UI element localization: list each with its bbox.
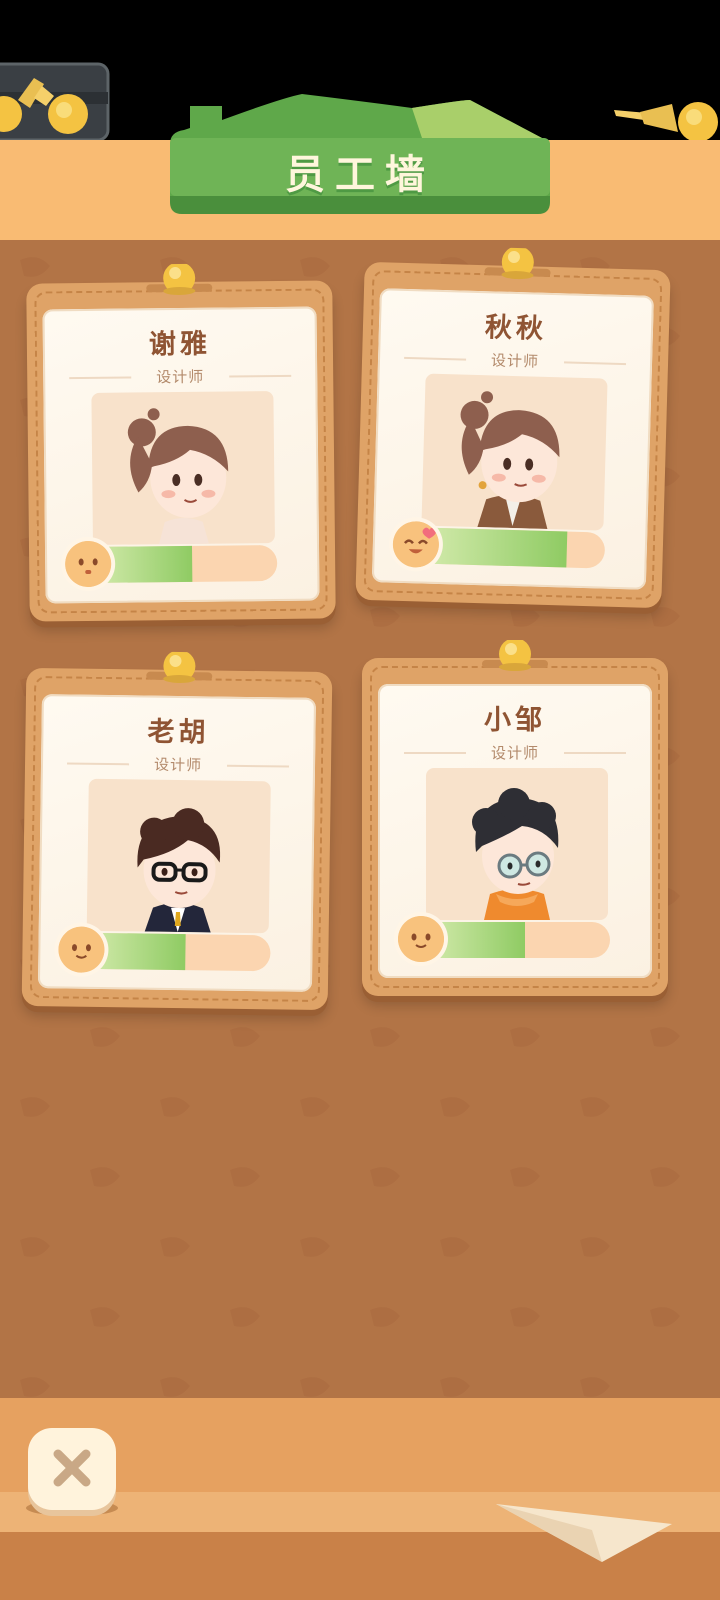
neutral-face-icon [64, 540, 112, 588]
employee-role: 设计师 [153, 755, 203, 775]
push-pin-icon [146, 263, 213, 296]
employee-avatar [137, 808, 221, 933]
push-pin-icon [484, 247, 551, 280]
employee-avatar [460, 391, 560, 529]
close-button[interactable] [28, 1428, 116, 1510]
card-paper: 秋秋 设计师 [371, 288, 654, 590]
page-title: 员工墙 [285, 152, 435, 198]
mood-bar [88, 545, 278, 583]
employee-name: 老胡 [147, 716, 210, 749]
mood-bar-fill [416, 527, 568, 568]
push-pin-icon [614, 102, 718, 142]
mood-bar [422, 922, 610, 958]
push-pin-icon [146, 651, 213, 684]
employee-role: 设计师 [490, 744, 539, 762]
employee-name: 谢雅 [148, 328, 212, 361]
employee-avatar [472, 788, 559, 920]
employee-avatar [127, 408, 229, 545]
card-paper: 谢雅 设计师 [42, 306, 320, 604]
card-paper: 小邹 设计师 [378, 684, 652, 978]
employee-wall-screen: 员工墙 谢雅 设计师 秋秋 设计师 老胡 设计师 小邹 设计师 [0, 0, 720, 1600]
employee-card[interactable]: 谢雅 设计师 [26, 263, 336, 622]
paper-plane-decoration [496, 1504, 672, 1562]
employee-card[interactable]: 秋秋 设计师 [355, 247, 671, 609]
push-pin-icon [482, 640, 548, 671]
employee-card[interactable]: 老胡 设计师 [21, 651, 333, 1011]
card-paper: 老胡 设计师 [37, 694, 316, 992]
mood-bar [416, 527, 606, 569]
smile-face-icon [398, 916, 444, 962]
mood-bar [82, 932, 271, 972]
close-icon [53, 1449, 91, 1487]
employee-role: 设计师 [490, 351, 540, 371]
employee-role: 设计师 [156, 367, 205, 387]
employee-name: 小邹 [484, 705, 546, 736]
employee-card[interactable]: 小邹 设计师 [362, 640, 668, 996]
employee-name: 秋秋 [484, 312, 548, 345]
push-pin-icon [0, 78, 88, 134]
